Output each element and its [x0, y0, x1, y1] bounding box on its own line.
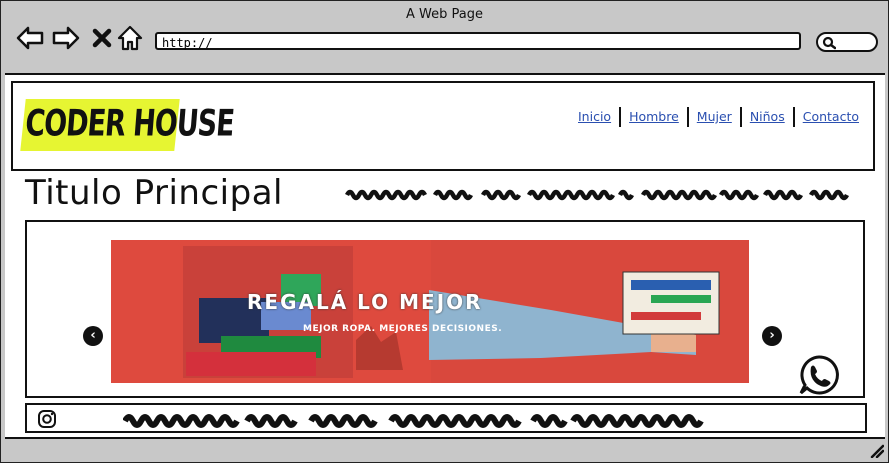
promo-banner[interactable]: REGALÁ LO MEJOR MEJOR ROPA. MEJORES DECI…	[111, 240, 749, 383]
home-icon[interactable]	[115, 23, 145, 53]
right-arrow-icon[interactable]	[51, 23, 81, 53]
placeholder-text-scribble	[345, 189, 850, 201]
footer-placeholder-scribble	[123, 414, 704, 428]
instagram-icon[interactable]	[37, 409, 57, 429]
resize-handle-icon[interactable]	[868, 442, 884, 458]
nav-item-inicio[interactable]: Inicio	[570, 107, 619, 127]
search-icon	[822, 36, 836, 50]
site-header: CODER HOUSE Inicio Hombre Mujer Niños Co…	[11, 81, 875, 171]
chevron-right-icon[interactable]: ›	[762, 326, 782, 346]
nav-item-ninos[interactable]: Niños	[739, 107, 793, 127]
main-nav: Inicio Hombre Mujer Niños Contacto	[570, 107, 867, 127]
banner-headline: REGALÁ LO MEJOR	[247, 290, 483, 314]
search-input[interactable]	[816, 32, 878, 52]
banner-subline: MEJOR ROPA. MEJORES DECISIONES.	[303, 324, 503, 334]
logo[interactable]: CODER HOUSE	[24, 103, 235, 145]
chevron-left-icon[interactable]: ‹	[83, 326, 103, 346]
page-title: Titulo Principal	[25, 173, 283, 213]
site-footer	[25, 403, 867, 433]
whatsapp-icon[interactable]	[797, 353, 841, 397]
nav-item-contacto[interactable]: Contacto	[792, 107, 867, 127]
left-arrow-icon[interactable]	[15, 23, 45, 53]
image-carousel: ‹ REGALÁ LO MEJOR MEJOR ROPA. MEJORES DE…	[25, 220, 865, 398]
nav-item-mujer[interactable]: Mujer	[686, 107, 740, 127]
window-title: A Web Page	[406, 7, 483, 22]
page-viewport: CODER HOUSE Inicio Hombre Mujer Niños Co…	[5, 73, 885, 439]
close-icon[interactable]	[87, 23, 117, 53]
url-input[interactable]: http://	[155, 32, 801, 50]
browser-window: A Web Page http:// CODER HOUSE Inicio Ho…	[0, 0, 889, 463]
nav-item-hombre[interactable]: Hombre	[619, 107, 687, 127]
